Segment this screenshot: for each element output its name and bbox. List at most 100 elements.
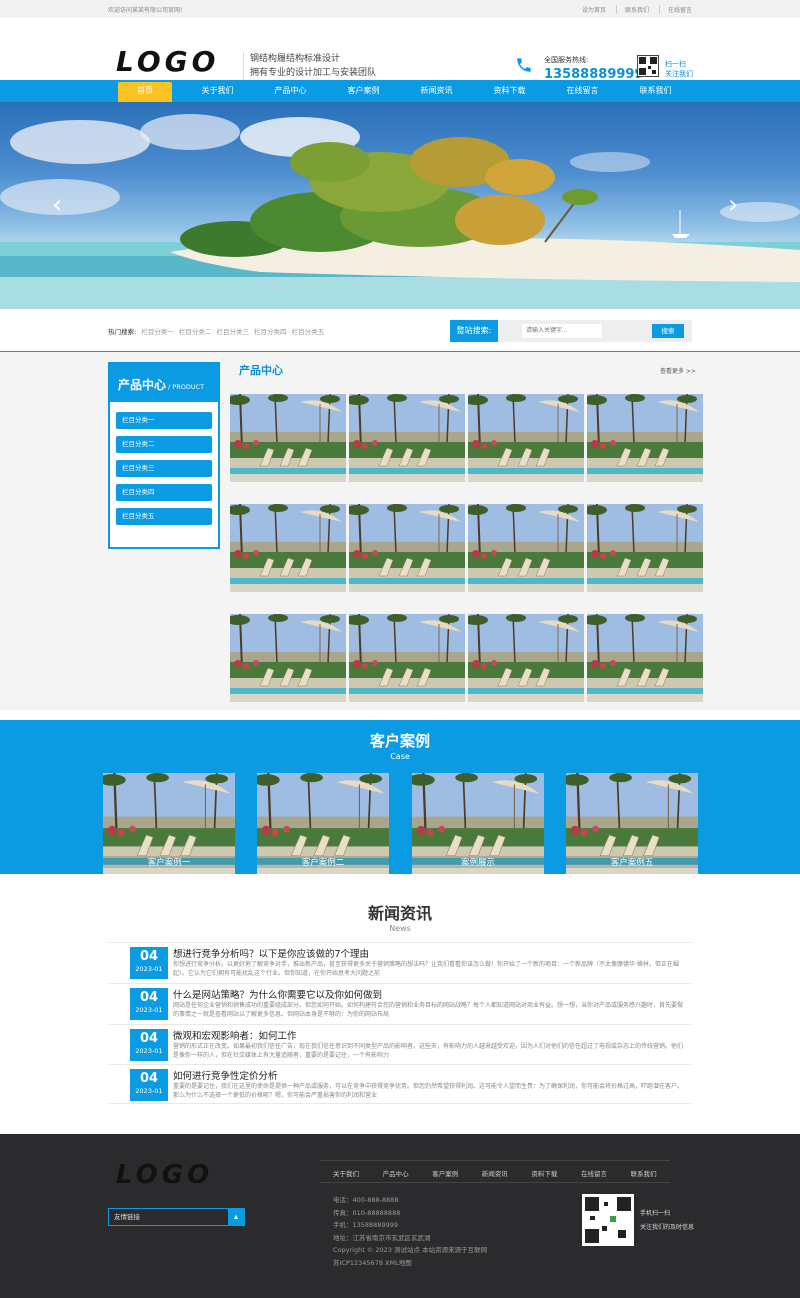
category-item[interactable]: 栏目分类二 [116, 436, 212, 453]
divider [320, 1160, 670, 1161]
hotline-label: 全国服务热线: [544, 56, 589, 64]
case-card[interactable]: 客户案例二 [257, 773, 389, 874]
contact-link[interactable]: 联系我们 [615, 5, 649, 14]
footer-nav-item[interactable]: 客户案例 [432, 1168, 482, 1178]
product-card[interactable] [349, 504, 465, 592]
nav-about[interactable]: 关于我们 [181, 80, 254, 102]
site-header: LOGO 钢结构履结构标准设计 拥有专业的设计加工与安装团队 全国服务热线: 1… [0, 18, 800, 83]
site-footer: LOGO 友情链接 ▴ 关于我们 产品中心 客户案例 新闻资讯 资料下载 在线留… [0, 1134, 800, 1298]
news-item-desc: 重要的是要记住，我们在这里的使命是提供一种产品或服务，可以在竞争中获得竞争优势。… [173, 1083, 684, 1099]
news-date: 04 2023-01 [130, 988, 168, 1020]
set-homepage-link[interactable]: 设为首页 [574, 5, 606, 14]
product-photo [349, 394, 465, 482]
product-card[interactable] [468, 394, 584, 482]
news-day: 04 [139, 990, 159, 1005]
news-item[interactable]: 04 2023-01 想进行竞争分析吗？以下是你应该做的7个理由 你想进行竞争分析… [108, 942, 692, 982]
product-photo [349, 614, 465, 702]
cases-title: 客户案例 [369, 732, 430, 750]
category-list: 栏目分类一 栏目分类二 栏目分类三 栏目分类四 栏目分类五 [110, 402, 218, 525]
site-search-label: 整站搜索: [450, 320, 498, 342]
nav-downloads[interactable]: 资料下载 [473, 80, 546, 102]
case-caption: 客户案例五 [566, 856, 698, 868]
footer-nav-item[interactable]: 资料下载 [531, 1168, 581, 1178]
banner-next-icon[interactable]: › [728, 192, 738, 218]
news-item[interactable]: 04 2023-01 微观和宏观影响者：如何工作 营销的形式正在改变。如果最初我们… [108, 1024, 692, 1064]
news-year-month: 2023-01 [135, 1047, 163, 1055]
category-item[interactable]: 栏目分类四 [116, 484, 212, 501]
hot-item[interactable]: 栏目分类一 [141, 328, 174, 336]
scan-line-2: 关注我们 [665, 70, 693, 78]
news-date: 04 2023-01 [130, 1029, 168, 1061]
product-photo [468, 394, 584, 482]
news-item-title[interactable]: 微观和宏观影响者：如何工作 [173, 1028, 297, 1042]
hot-item[interactable]: 栏目分类四 [254, 328, 287, 336]
category-item[interactable]: 栏目分类五 [116, 508, 212, 525]
main-nav: 首页 关于我们 产品中心 客户案例 新闻资讯 资料下载 在线留言 联系我们 [0, 80, 800, 102]
hot-search: 热门搜索: 栏目分类一 栏目分类二 栏目分类三 栏目分类四 栏目分类五 [108, 326, 324, 336]
news-year-month: 2023-01 [135, 965, 163, 973]
category-item[interactable]: 栏目分类一 [116, 412, 212, 429]
product-card[interactable] [230, 614, 346, 702]
hot-item[interactable]: 栏目分类五 [292, 328, 325, 336]
footer-nav-item[interactable]: 关于我们 [333, 1168, 383, 1178]
news-item-title[interactable]: 什么是网站策略？为什么你需要它以及你如何做到 [173, 987, 382, 1001]
case-caption: 案例展示 [412, 856, 544, 868]
product-card[interactable] [587, 394, 703, 482]
product-card[interactable] [230, 394, 346, 482]
nav-message[interactable]: 在线留言 [546, 80, 619, 102]
nav-home[interactable]: 首页 [118, 82, 172, 102]
footer-mobile: 手机：13588889999 [333, 1221, 398, 1229]
footer-icp[interactable]: 苏ICP12345678 XML地图 [333, 1257, 487, 1270]
footer-nav-item[interactable]: 产品中心 [383, 1168, 433, 1178]
product-photo [587, 504, 703, 592]
banner-prev-icon[interactable]: ‹ [52, 192, 62, 218]
case-card[interactable]: 客户案例一 [103, 773, 235, 874]
footer-logo[interactable]: LOGO [116, 1162, 213, 1188]
footer-nav-item[interactable]: 联系我们 [631, 1168, 681, 1178]
footer-nav-item[interactable]: 在线留言 [581, 1168, 631, 1178]
product-photo [468, 504, 584, 592]
product-card[interactable] [468, 614, 584, 702]
product-photo [230, 614, 346, 702]
nav-contact[interactable]: 联系我们 [619, 80, 692, 102]
hot-item[interactable]: 栏目分类二 [179, 328, 212, 336]
product-card[interactable] [230, 504, 346, 592]
news-year-month: 2023-01 [135, 1087, 163, 1095]
news-section: 新闻资讯 News 04 2023-01 想进行竞争分析吗？以下是你应该做的7个理… [0, 874, 800, 1134]
news-item[interactable]: 04 2023-01 什么是网站策略？为什么你需要它以及你如何做到 网站是任何企业… [108, 983, 692, 1023]
footer-scan-line-1: 手机扫一扫 [640, 1210, 671, 1217]
product-card[interactable] [349, 394, 465, 482]
site-logo[interactable]: LOGO [116, 48, 219, 76]
sidebar-header: 产品中心 / PRODUCT [110, 364, 218, 402]
product-card[interactable] [587, 614, 703, 702]
news-item-title[interactable]: 想进行竞争分析吗？以下是你应该做的7个理由 [173, 946, 369, 960]
search-button[interactable]: 搜索 [652, 324, 684, 338]
nav-products[interactable]: 产品中心 [254, 80, 327, 102]
friend-links-select[interactable]: 友情链接 ▴ [108, 1208, 245, 1226]
friend-links-label: 友情链接 [114, 1213, 140, 1221]
nav-cases[interactable]: 客户案例 [327, 80, 400, 102]
news-item-desc: 营销的形式正在改变。如果最初我们信任广告，现在我们信任意识到不同类型产品的影响者… [173, 1043, 684, 1059]
hot-search-label: 热门搜索: [108, 328, 137, 336]
hot-item[interactable]: 栏目分类三 [216, 328, 249, 336]
sidebar-title: 产品中心 [118, 378, 167, 392]
more-link[interactable]: 查看更多 >> [660, 366, 696, 375]
product-card[interactable] [349, 614, 465, 702]
news-item[interactable]: 04 2023-01 如何进行竞争性定价分析 重要的是要记住，我们在这里的使命是提… [108, 1064, 692, 1104]
news-item-title[interactable]: 如何进行竞争性定价分析 [173, 1068, 278, 1082]
phone-icon [517, 58, 531, 72]
category-item[interactable]: 栏目分类三 [116, 460, 212, 477]
slogan: 钢结构履结构标准设计 拥有专业的设计加工与安装团队 [243, 52, 376, 80]
product-card[interactable] [468, 504, 584, 592]
case-caption: 客户案例二 [257, 856, 389, 868]
product-card[interactable] [587, 504, 703, 592]
footer-nav-item[interactable]: 新闻资讯 [482, 1168, 532, 1178]
nav-news[interactable]: 新闻资讯 [400, 80, 473, 102]
top-bar: 欢迎访问某某有限公司官网! 设为首页 联系我们 在线留言 [0, 0, 800, 18]
qr-code-icon [582, 1194, 634, 1246]
case-card[interactable]: 案例展示 [412, 773, 544, 874]
message-link[interactable]: 在线留言 [658, 5, 692, 14]
news-year-month: 2023-01 [135, 1006, 163, 1014]
case-card[interactable]: 客户案例五 [566, 773, 698, 874]
search-input[interactable] [522, 324, 602, 338]
